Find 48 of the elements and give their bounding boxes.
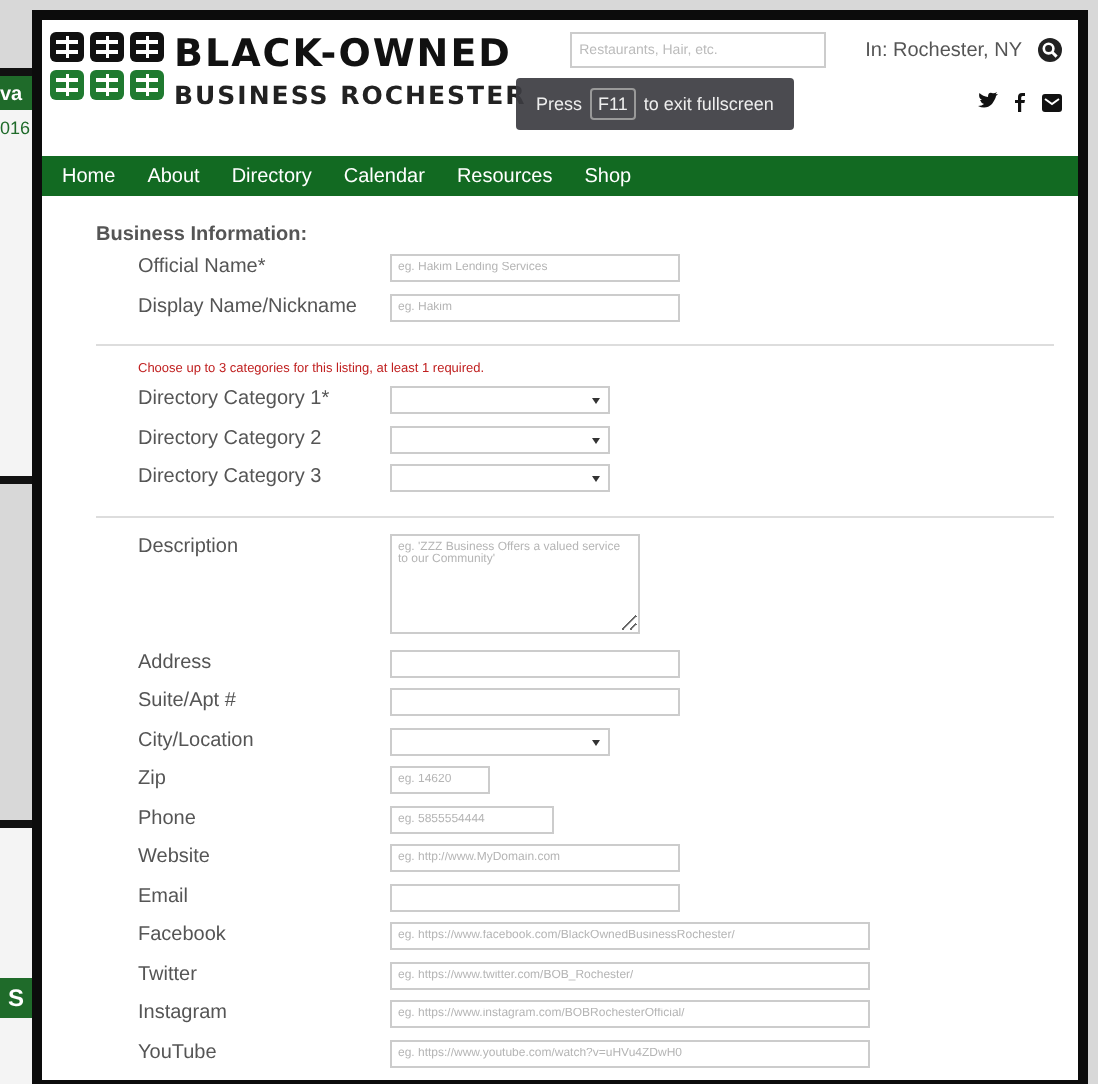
field-label: Display Name/Nickname bbox=[138, 293, 359, 321]
nav-link[interactable]: About bbox=[131, 165, 216, 187]
field-label: Directory Category 1* bbox=[138, 386, 332, 414]
toast-text: to exit fullscreen bbox=[643, 94, 774, 114]
field-label: Website bbox=[138, 844, 212, 872]
logo-title: BLACK-OWNED bbox=[174, 32, 514, 76]
caret-icon bbox=[592, 396, 600, 404]
field-label: Zip bbox=[138, 766, 168, 794]
nav-link[interactable]: Resources bbox=[440, 165, 569, 187]
dropdown[interactable] bbox=[390, 386, 610, 414]
twitter-icon[interactable] bbox=[978, 92, 998, 110]
key-cap: F11 bbox=[590, 88, 636, 120]
nav-link[interactable]: Shop bbox=[568, 165, 648, 187]
field-label: Directory Category 3 bbox=[138, 464, 324, 492]
text-field[interactable] bbox=[390, 688, 680, 716]
text-field[interactable] bbox=[390, 649, 680, 677]
text-field[interactable] bbox=[390, 883, 680, 911]
caret-icon bbox=[592, 435, 600, 443]
field-label: Facebook bbox=[138, 922, 228, 950]
facebook-icon[interactable] bbox=[1014, 92, 1026, 112]
window-text: 016 bbox=[0, 118, 31, 138]
field-label: City/Location bbox=[138, 727, 256, 755]
dropdown[interactable] bbox=[390, 425, 610, 453]
nav-link[interactable]: Calendar bbox=[327, 165, 441, 187]
caret-icon bbox=[592, 737, 600, 745]
window-text: va bbox=[0, 84, 23, 106]
section-title: Business Information: bbox=[96, 224, 310, 246]
field-label: Twitter bbox=[138, 961, 199, 989]
mail-icon[interactable] bbox=[1042, 92, 1062, 112]
location-label: In: Rochester, NY bbox=[865, 39, 1022, 61]
field-label: Instagram bbox=[138, 1000, 229, 1028]
caret-icon bbox=[592, 474, 600, 482]
field-label: Description bbox=[138, 533, 241, 561]
field-label: Official Name* bbox=[138, 254, 268, 282]
window-text: S bbox=[8, 984, 25, 1012]
dropdown[interactable] bbox=[390, 464, 610, 492]
logo-drawing bbox=[50, 32, 166, 102]
dropdown[interactable] bbox=[390, 727, 610, 755]
field-label: Phone bbox=[138, 805, 198, 833]
nav-link[interactable]: Home bbox=[46, 165, 132, 187]
toast-text: Press bbox=[536, 94, 583, 114]
field-label: Directory Category 2 bbox=[138, 425, 324, 453]
nav-link[interactable]: Directory bbox=[215, 165, 328, 187]
field-label: Address bbox=[138, 649, 214, 677]
field-label: YouTube bbox=[138, 1039, 219, 1067]
search-icon[interactable] bbox=[1038, 38, 1062, 62]
field-label: Email bbox=[138, 883, 191, 911]
field-label: Suite/Apt # bbox=[138, 688, 238, 716]
